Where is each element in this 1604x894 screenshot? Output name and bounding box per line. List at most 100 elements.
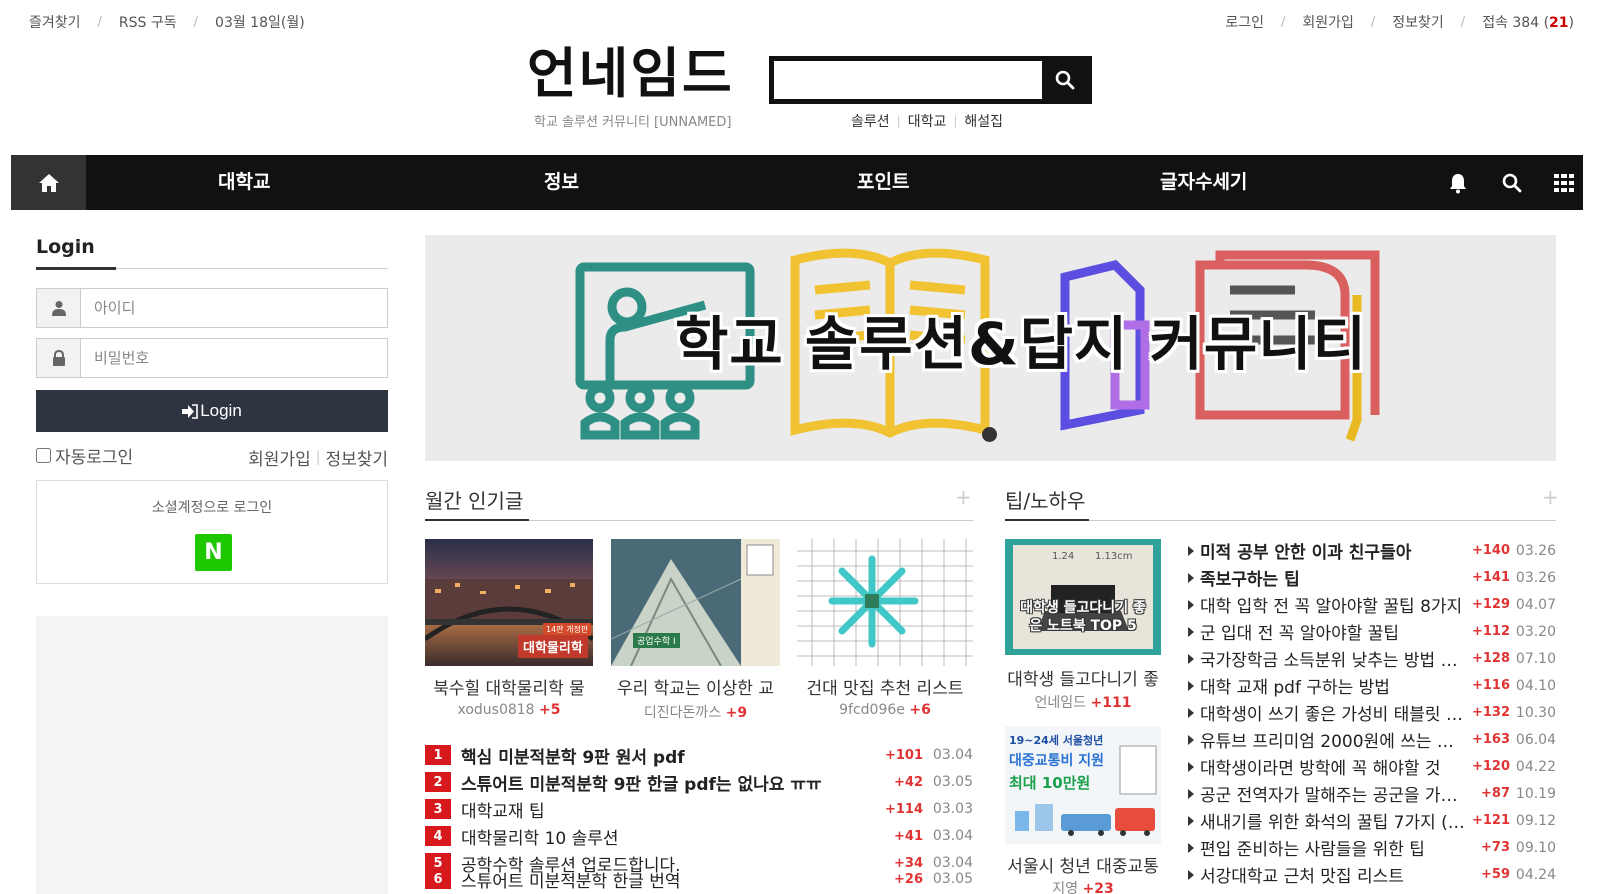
tip-row[interactable]: 미적 공부 안한 이과 친구들아 +140 03.26	[1188, 537, 1556, 564]
tip-row[interactable]: 새내기를 위한 화석의 꿀팁 7가지 (자취편)+121 09.12	[1188, 807, 1556, 834]
thumbnail-author: 디진다돈까스 +9	[643, 705, 748, 721]
tip-title[interactable]: 새내기를 위한 화석의 꿀팁 7가지 (자취편)	[1200, 808, 1468, 833]
tip-row[interactable]: 서강대학교 근처 맛집 리스트 +59 04.24	[1188, 861, 1556, 888]
nav-item-points[interactable]: 포인트	[857, 155, 909, 210]
monthly-more-button[interactable]: +	[955, 485, 972, 509]
rss-link[interactable]: RSS 구독	[119, 12, 177, 32]
tip-title[interactable]: 공군 전역자가 말해주는 공군을 가야하는 이유	[1200, 781, 1468, 806]
social-login-box: 소셜계정으로 로그인 N	[36, 480, 388, 584]
ranking-row[interactable]: 4 대학물리학 10 솔루션 +41 03.04	[425, 823, 973, 849]
home-button[interactable]	[11, 155, 86, 210]
thumbnail-physics[interactable]: 14판 개정판 대학물리학	[425, 539, 593, 666]
tips-title[interactable]: 팁/노하우	[1005, 485, 1085, 514]
nav-item-info[interactable]: 정보	[544, 155, 579, 210]
tip-row[interactable]: 군 입대 전 꼭 알아야할 꿀팁 +112 03.20	[1188, 618, 1556, 645]
laptop-photo	[1013, 545, 1153, 649]
tip-date: 03.26	[1515, 569, 1556, 586]
search-button[interactable]	[1042, 61, 1087, 99]
post-title[interactable]: 대학교재 팁	[461, 797, 877, 822]
separator: /	[97, 14, 102, 30]
post-title[interactable]: 대학물리학 10 솔루션	[461, 824, 877, 849]
quick-link-university[interactable]: 대학교	[908, 111, 947, 131]
tip-row[interactable]: 편입 준비하는 사람들을 위한 팁 +73 09.10	[1188, 834, 1556, 861]
tip-row[interactable]: 유튜브 프리미엄 2000원에 쓰는 방법 +163 06.04	[1188, 726, 1556, 753]
tip-title[interactable]: 서강대학교 근처 맛집 리스트	[1200, 862, 1468, 887]
thumbnail-author: 지영 +23	[1052, 881, 1114, 894]
tip-score: +121	[1471, 813, 1510, 828]
post-score: +26	[894, 871, 923, 887]
thumbnail-school[interactable]: 공업수학 I	[611, 539, 780, 666]
thumbnail-transport-support[interactable]: 19~24세 서울청년 대중교통비 지원 최대 10만원	[1005, 726, 1161, 844]
bullet-icon	[1188, 761, 1194, 772]
quick-link-answers[interactable]: 해설집	[964, 111, 1003, 131]
find-info-link[interactable]: 정보찾기	[1392, 12, 1444, 32]
user-id-input[interactable]	[82, 289, 382, 327]
site-logo[interactable]: 언네임드	[527, 44, 734, 104]
banner-pager-dot[interactable]	[982, 427, 997, 442]
password-input[interactable]	[82, 339, 382, 377]
quick-link-solution[interactable]: 솔루션	[851, 111, 890, 131]
tips-more-button[interactable]: +	[1542, 485, 1559, 509]
thumbnail-caption[interactable]: 서울시 청년 대중교통	[1005, 852, 1161, 877]
thumbnail-laptop[interactable]: 1.24 1.13cm 대학생 들고다니기 좋은 노트북 TOP 5	[1005, 539, 1161, 655]
nav-item-char-counter[interactable]: 글자수세기	[1160, 155, 1247, 210]
post-title[interactable]: 스튜어트 미분적분학 9판 한글 pdf는 없나요 ㅠㅠ	[461, 770, 877, 795]
main-banner[interactable]: 학교 솔루션&답지 커뮤니티	[425, 235, 1556, 461]
account-links: 회원가입 | 정보찾기	[248, 445, 388, 471]
menu-grid-button[interactable]	[1544, 155, 1584, 210]
tip-row[interactable]: 대학 입학 전 꼭 알아야할 꿀팁 8가지 +129 04.07	[1188, 591, 1556, 618]
separator: /	[1460, 14, 1466, 30]
tip-row[interactable]: 족보구하는 팁 +141 03.26	[1188, 564, 1556, 591]
tip-title[interactable]: 대학생이라면 방학에 꼭 해야할 것	[1200, 754, 1468, 779]
tip-title[interactable]: 대학생이 쓰기 좋은 가성비 태블릿 추천	[1200, 700, 1468, 725]
monthly-popular-title[interactable]: 월간 인기글	[425, 485, 523, 514]
thumbnail-caption[interactable]: 북수힐 대학물리학 물	[425, 674, 593, 699]
login-button[interactable]: Login	[36, 390, 388, 432]
post-title[interactable]: 스튜어트 미분적분학 한글 번역	[461, 867, 877, 892]
auto-login-checkbox[interactable]	[36, 448, 51, 463]
login-title: Login	[36, 236, 95, 258]
thumbnail-caption[interactable]: 우리 학교는 이상한 교	[611, 674, 780, 699]
sign-in-icon	[182, 403, 198, 419]
banner-headline: 학교 솔루션&답지 커뮤니티	[675, 310, 1367, 378]
join-link[interactable]: 회원가입	[248, 445, 311, 470]
naver-login-button[interactable]: N	[195, 534, 232, 571]
tip-title[interactable]: 미적 공부 안한 이과 친구들아	[1200, 538, 1468, 563]
tip-date: 09.12	[1515, 812, 1556, 829]
quick-links: 솔루션 | 대학교 | 해설집	[851, 111, 1003, 131]
search-box	[769, 56, 1092, 104]
search-input[interactable]	[774, 61, 1048, 99]
divider	[1005, 519, 1089, 521]
ranking-row[interactable]: 1 핵심 미분적분학 9판 원서 pdf +101 03.04	[425, 742, 973, 768]
connected-users[interactable]: 접속 384 (21)	[1482, 12, 1574, 32]
tip-row[interactable]: 국가장학금 소득분위 낮추는 방법 총정리 +128 07.10	[1188, 645, 1556, 672]
tip-title[interactable]: 대학 입학 전 꼭 알아야할 꿀팁 8가지	[1200, 592, 1468, 617]
nav-search-button[interactable]	[1492, 155, 1532, 210]
notification-button[interactable]	[1438, 155, 1478, 210]
tip-title[interactable]: 유튜브 프리미엄 2000원에 쓰는 방법	[1200, 727, 1468, 752]
tip-row[interactable]: 대학생이 쓰기 좋은 가성비 태블릿 추천 +132 10.30	[1188, 699, 1556, 726]
tip-row[interactable]: 공군 전역자가 말해주는 공군을 가야하는 이유 +87 10.19	[1188, 780, 1556, 807]
nav-item-university[interactable]: 대학교	[218, 155, 270, 210]
tip-title[interactable]: 편입 준비하는 사람들을 위한 팁	[1200, 835, 1468, 860]
ranking-row[interactable]: 3 대학교재 팁 +114 03.03	[425, 796, 973, 822]
thumbnail-caption[interactable]: 대학생 들고다니기 좋	[1005, 665, 1161, 690]
tip-row[interactable]: 대학생이라면 방학에 꼭 해야할 것 +120 04.22	[1188, 753, 1556, 780]
login-link[interactable]: 로그인	[1225, 12, 1264, 32]
post-title[interactable]: 핵심 미분적분학 9판 원서 pdf	[461, 743, 877, 768]
tip-title[interactable]: 군 입대 전 꼭 알아야할 꿀팁	[1200, 619, 1468, 644]
ranking-row[interactable]: 2 스튜어트 미분적분학 9판 한글 pdf는 없나요 ㅠㅠ +42 03.05	[425, 769, 973, 795]
thumbnail-caption[interactable]: 건대 맛집 추천 리스트	[797, 674, 973, 699]
auto-login[interactable]: 자동로그인	[36, 443, 133, 468]
tip-title[interactable]: 국가장학금 소득분위 낮추는 방법 총정리	[1200, 646, 1468, 671]
tip-title[interactable]: 족보구하는 팁	[1200, 565, 1468, 590]
thumbnail-restaurant-list[interactable]	[797, 539, 973, 666]
tip-title[interactable]: 대학 교재 pdf 구하는 방법	[1200, 673, 1468, 698]
bullet-icon	[1188, 680, 1194, 691]
signup-link[interactable]: 회원가입	[1302, 12, 1354, 32]
tip-row[interactable]: 대학 교재 pdf 구하는 방법 +116 04.10	[1188, 672, 1556, 699]
tip-date: 07.10	[1515, 650, 1556, 667]
find-link[interactable]: 정보찾기	[325, 445, 388, 470]
bookmark-link[interactable]: 즐겨찾기	[29, 12, 81, 32]
ranking-row[interactable]: 6 스튜어트 미분적분학 한글 번역 +26 03.05	[425, 866, 973, 892]
